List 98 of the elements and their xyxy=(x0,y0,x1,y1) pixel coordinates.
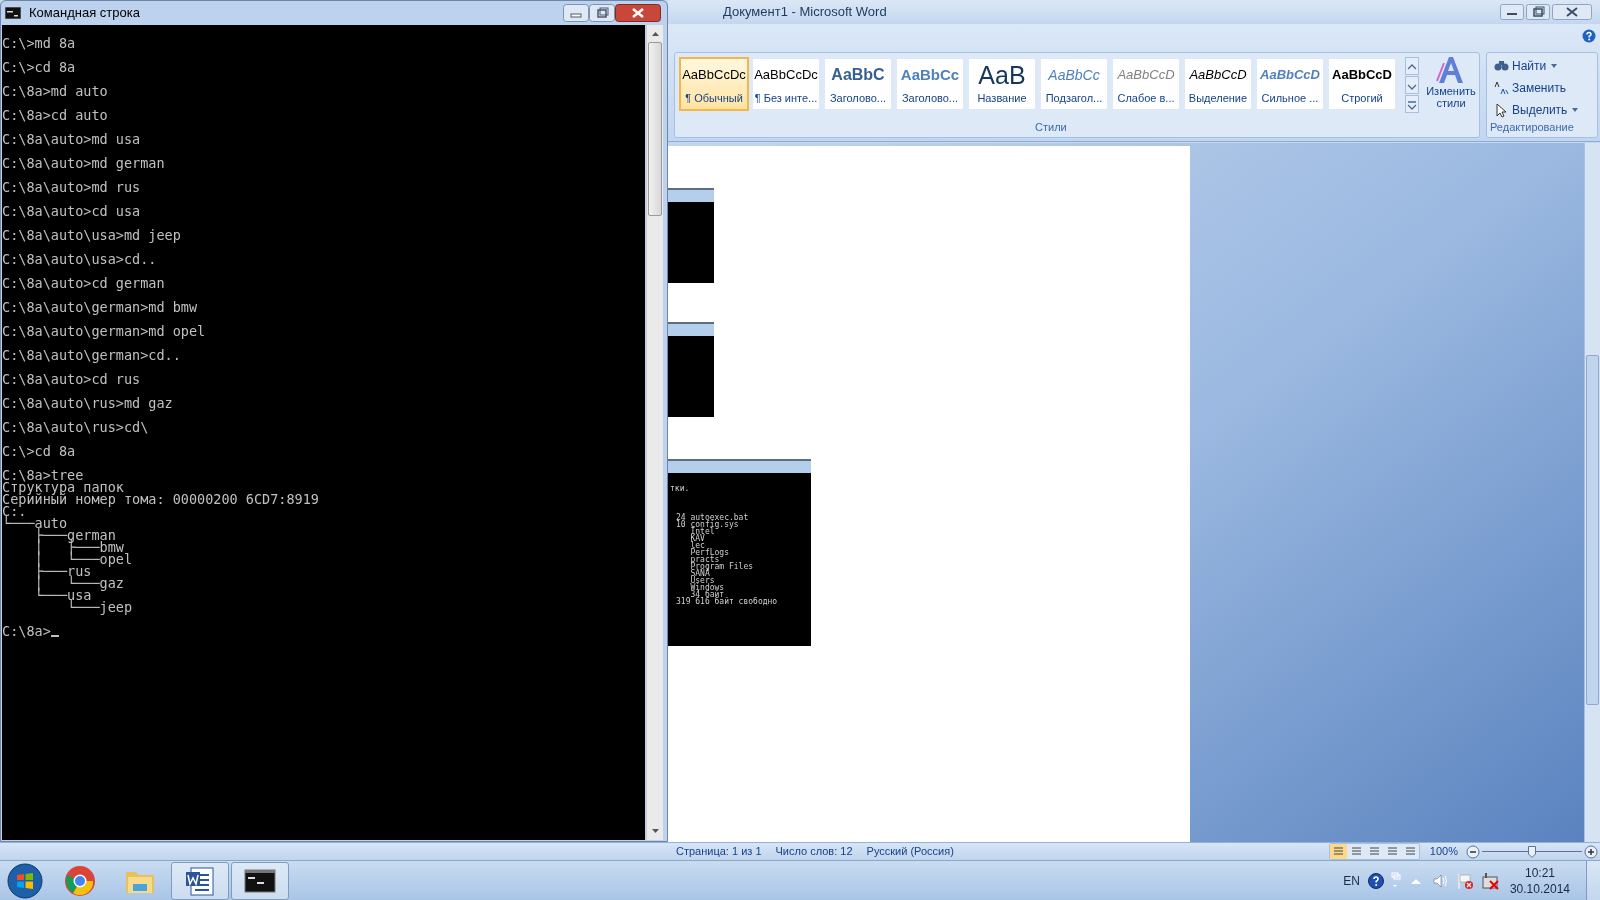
style-gallery-item[interactable]: AaBbCcD Слабое в... xyxy=(1111,57,1181,111)
console-icon xyxy=(5,6,21,19)
screenshot-text: тки. xyxy=(670,485,691,493)
minimize-button[interactable] xyxy=(1500,4,1524,20)
console-line: C:\8a\auto\usa>cd.. xyxy=(2,253,158,265)
more-button[interactable] xyxy=(1405,95,1419,113)
screenshot-text: lec xyxy=(689,542,705,549)
zoom-level[interactable]: 100% xyxy=(1429,843,1458,860)
slider-thumb[interactable] xyxy=(1528,845,1536,858)
console-line: └───auto xyxy=(2,517,68,529)
print-layout-icon[interactable] xyxy=(1329,844,1347,859)
console-line: Серийный номер тома: 00000200 6CD7:8919 xyxy=(2,493,320,505)
close-button[interactable] xyxy=(1552,4,1592,20)
vertical-scrollbar[interactable] xyxy=(646,25,663,840)
replace-icon xyxy=(1493,79,1509,96)
screenshot-text: 24 autoexec.bat xyxy=(676,514,750,521)
editing-button[interactable]: Выделить xyxy=(1493,99,1579,120)
vertical-scrollbar[interactable] xyxy=(1584,143,1600,843)
style-gallery-item[interactable]: AaBbCcD Сильное ... xyxy=(1255,57,1325,111)
console-line: C:. xyxy=(2,505,27,517)
restore-button[interactable] xyxy=(589,3,615,22)
style-gallery-item[interactable]: AaBbC Заголово... xyxy=(823,57,893,111)
screenshot-text: Users xyxy=(689,577,715,584)
group-label: Стили xyxy=(1035,119,1067,135)
status-text[interactable]: Русский (Россия) xyxy=(866,843,954,860)
window-title: Командная строка xyxy=(29,3,140,22)
restore-button[interactable] xyxy=(1526,4,1550,20)
start-button xyxy=(7,863,43,899)
scrollbar-thumb[interactable] xyxy=(648,42,662,216)
help-icon[interactable] xyxy=(1582,29,1596,43)
console-line: C:\8a\auto>cd usa xyxy=(2,205,142,217)
scrollbar-thumb[interactable] xyxy=(1586,355,1599,705)
screenshot-text: SANA xyxy=(689,570,710,577)
speaker-icon[interactable] xyxy=(1431,873,1448,889)
editing-button[interactable]: Заменить xyxy=(1493,77,1579,98)
zoom-slider[interactable] xyxy=(1482,844,1582,859)
show-desktop-button[interactable] xyxy=(1586,861,1600,900)
console-line: C:\8a\auto>md usa xyxy=(2,133,142,145)
browser-icon xyxy=(62,863,98,899)
clock-date[interactable]: 30.10.2014 xyxy=(1509,881,1570,897)
console-line: C:\8a\auto\rus>md gaz xyxy=(2,397,174,409)
style-gallery-item[interactable]: AaBbCcD Строгий xyxy=(1327,57,1397,111)
network-icon[interactable] xyxy=(1479,872,1500,890)
style-gallery-item[interactable]: AaB Название xyxy=(967,57,1037,111)
console-line: C:\8a\auto>cd german xyxy=(2,277,166,289)
console-line: C:\8a\auto\german>cd.. xyxy=(2,349,182,361)
status-text[interactable]: Число слов: 12 xyxy=(775,843,853,860)
screenshot-text: Windows xyxy=(690,584,726,591)
screenshot-text: PerfLogs xyxy=(689,549,730,556)
flag-icon[interactable] xyxy=(1455,872,1474,890)
console-line: Структура папок xyxy=(2,481,125,493)
style-gallery-item[interactable]: AaBbCcDc ¶ Без инте... xyxy=(751,57,821,111)
taskbar-button[interactable] xyxy=(171,862,229,900)
console-line: C:\>cd 8a xyxy=(2,61,77,73)
change-styles-button[interactable]: Изменить стили xyxy=(1423,55,1479,117)
zoom-in-button[interactable] xyxy=(1584,844,1598,859)
editing-button[interactable]: Найти xyxy=(1493,55,1579,76)
close-button[interactable] xyxy=(615,3,661,22)
language-indicator[interactable]: EN xyxy=(1343,872,1360,890)
console-line: C:\8a\auto>md german xyxy=(2,157,166,169)
console-line: C:\8a>md auto xyxy=(2,85,109,97)
screenshot-text: Program Files xyxy=(689,563,755,570)
caret-icon xyxy=(1572,107,1579,112)
console-line: C:\8a\auto\german>md bmw xyxy=(2,301,199,313)
window-title: Документ1 - Microsoft Word xyxy=(723,3,887,22)
screenshot-text: 10 config.sys xyxy=(676,521,740,528)
screenshot-text: KAV xyxy=(689,535,706,542)
console-line: C:\8a\auto\usa>md jeep xyxy=(2,229,182,241)
console-line: └───jeep xyxy=(67,601,134,613)
console-line: C:\8a\auto>md rus xyxy=(2,181,142,193)
help-icon[interactable] xyxy=(1367,873,1384,889)
console-prompt: C:\8a> xyxy=(2,625,51,637)
console-line: C:\8a>cd auto xyxy=(2,109,109,121)
console-line: C:\8a>tree xyxy=(2,469,85,481)
text-cursor xyxy=(50,635,59,637)
console-line: C:\8a\auto\rus>cd\ xyxy=(2,421,150,433)
console-line: C:\>cd 8a xyxy=(2,445,77,457)
scroll-up-button[interactable] xyxy=(1405,57,1419,75)
style-gallery-item[interactable]: AaBbCcDc ¶ Обычный xyxy=(679,57,749,111)
screenshot-text: 34 байт xyxy=(689,591,725,598)
pointer-icon xyxy=(1493,101,1509,118)
status-text[interactable]: Страница: 1 из 1 xyxy=(676,843,762,860)
style-gallery-item[interactable]: AaBbCc Подзагол... xyxy=(1039,57,1109,111)
group-label: Редактирование xyxy=(1490,119,1574,135)
clock-time[interactable]: 10:21 xyxy=(1524,865,1555,881)
console-line: C:\8a\auto>cd rus xyxy=(2,373,142,385)
style-gallery-item[interactable]: AaBbCcD Выделение xyxy=(1183,57,1253,111)
scroll-down-button[interactable] xyxy=(1405,76,1419,94)
style-gallery-item[interactable]: AaBbCc Заголово... xyxy=(895,57,965,111)
screenshot-text: practs xyxy=(689,556,720,563)
taskbar-button[interactable] xyxy=(231,862,289,900)
screenshot-text: Intel xyxy=(689,528,715,535)
zoom-out-button[interactable] xyxy=(1466,844,1480,859)
console-line: C:\8a\auto\german>md opel xyxy=(2,325,207,337)
caret-icon xyxy=(1551,63,1558,68)
console-line: └───usa xyxy=(33,589,92,601)
screenshot-text: 319 616 байт свободно xyxy=(676,598,779,605)
console-line: C:\>md 8a xyxy=(2,37,77,49)
